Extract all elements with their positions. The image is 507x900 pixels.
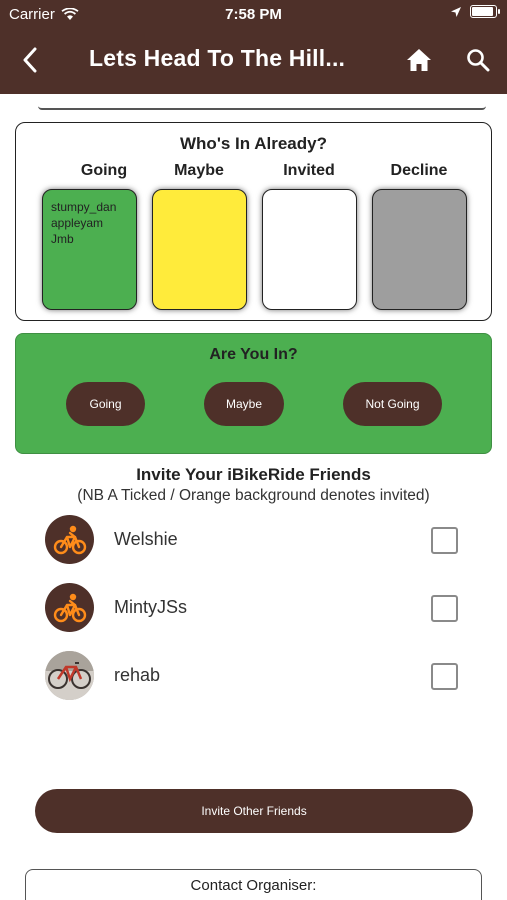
section-divider (38, 106, 486, 110)
avatar (45, 583, 94, 632)
friend-name: MintyJSs (114, 597, 188, 617)
invite-checkbox[interactable] (431, 663, 458, 690)
maybe-card (152, 189, 247, 310)
invited-column-label: Invited (283, 162, 335, 179)
decline-column-label: Decline (390, 162, 448, 179)
nav-bar: Lets Head To The Hill... (0, 28, 507, 94)
friend-row[interactable]: Welshie (0, 515, 507, 565)
status-time: 7:58 PM (225, 6, 282, 23)
invite-note: (NB A Ticked / Orange background denotes… (77, 487, 430, 504)
are-you-in-title: Are You In? (209, 346, 298, 363)
page-title: Lets Head To The Hill... (89, 45, 346, 71)
maybe-column-label: Maybe (174, 162, 224, 179)
cyclist-icon (53, 593, 86, 622)
friend-row[interactable]: MintyJSs (0, 583, 507, 633)
chevron-left-icon (23, 47, 37, 73)
going-button[interactable]: Going (66, 382, 145, 426)
going-attendee: appleyam (51, 216, 104, 230)
invite-checkbox[interactable] (431, 527, 458, 554)
invite-title: Invite Your iBikeRide Friends (136, 465, 371, 484)
home-button[interactable] (404, 45, 434, 75)
going-attendee: Jmb (51, 232, 74, 246)
friend-row[interactable]: rehab (0, 651, 507, 701)
going-card: stumpy_dan appleyam Jmb (42, 189, 137, 310)
maybe-button[interactable]: Maybe (204, 382, 284, 426)
invite-checkbox[interactable] (431, 595, 458, 622)
bicycle-photo-icon (45, 651, 94, 700)
battery-icon (470, 5, 500, 18)
are-you-in-panel: Are You In? Going Maybe Not Going (15, 333, 492, 454)
not-going-button[interactable]: Not Going (343, 382, 442, 426)
cyclist-icon (53, 525, 86, 554)
back-button[interactable] (16, 45, 44, 75)
invited-card (262, 189, 357, 310)
avatar (45, 651, 94, 700)
location-arrow-icon (451, 6, 461, 17)
decline-card (372, 189, 467, 310)
whos-in-panel: Who's In Already? Going Maybe Invited De… (15, 122, 492, 321)
going-attendee: stumpy_dan (51, 200, 117, 214)
friend-name: Welshie (114, 529, 178, 549)
home-icon (407, 49, 431, 71)
contact-organiser-label: Contact Organiser: (190, 877, 317, 894)
app-header: Carrier 7:58 PM Lets Head To The Hill... (0, 0, 507, 94)
status-bar: Carrier 7:58 PM (0, 0, 507, 28)
status-right (450, 5, 500, 18)
search-icon (467, 49, 490, 72)
contact-organiser-section[interactable]: Contact Organiser: (25, 869, 482, 900)
going-column-label: Going (80, 162, 128, 179)
invite-other-friends-button[interactable]: Invite Other Friends (35, 789, 473, 833)
avatar (45, 515, 94, 564)
search-button[interactable] (463, 45, 493, 75)
friend-name: rehab (114, 665, 161, 685)
whos-in-title: Who's In Already? (180, 134, 327, 153)
